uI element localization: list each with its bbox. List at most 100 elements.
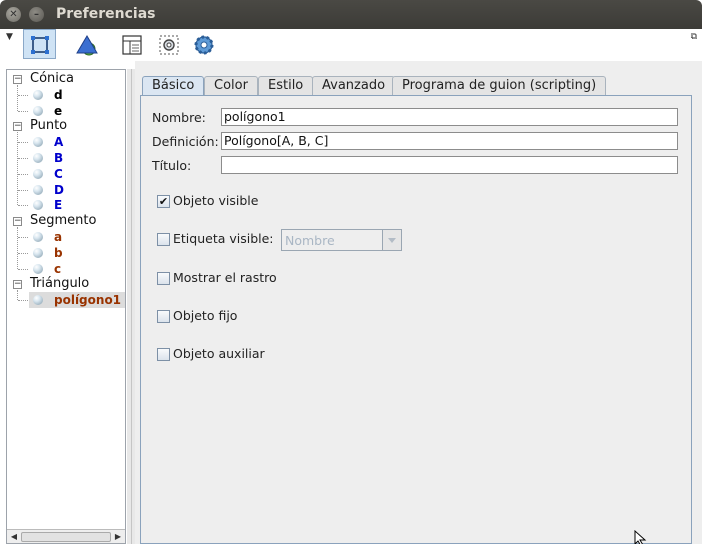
tree-connector [18, 205, 28, 207]
scroll-right-arrow-icon[interactable]: ▶ [112, 531, 124, 543]
tree-connector [18, 300, 28, 302]
tree-horizontal-scrollbar[interactable]: ◀ ▶ [7, 529, 125, 543]
mouse-cursor-icon [634, 530, 647, 544]
minimize-window-button[interactable]: – [29, 7, 44, 22]
tree-connector [18, 142, 28, 144]
tree-connector [18, 252, 28, 254]
tree-connector [17, 132, 18, 206]
tree-item[interactable]: A [7, 134, 125, 150]
show-label-checkbox[interactable] [157, 233, 170, 246]
tab-basic[interactable]: Básico [142, 76, 205, 97]
tree-item-label: A [54, 135, 64, 150]
tree-item-label: e [54, 103, 63, 118]
scroll-left-arrow-icon[interactable]: ◀ [8, 531, 20, 543]
tree-connector [18, 173, 28, 175]
collapse-toggle-icon[interactable]: − [13, 122, 22, 132]
tree-connector [17, 227, 18, 269]
tree-connector [17, 85, 18, 111]
collapse-toggle-icon[interactable]: − [13, 75, 22, 84]
visibility-ball-icon[interactable] [33, 105, 43, 116]
visibility-ball-icon[interactable] [33, 232, 43, 242]
gear-icon [194, 35, 214, 55]
tree-item[interactable]: e [7, 103, 125, 119]
fix-object-checkbox[interactable] [157, 310, 170, 323]
collapse-toggle-icon[interactable]: − [13, 280, 22, 290]
tree-item-label: b [54, 245, 63, 260]
tree-item[interactable]: B [7, 150, 125, 166]
label-mode-value: Nombre [285, 233, 335, 248]
caption-field[interactable] [221, 156, 678, 174]
tree-item-label: c [54, 261, 62, 276]
tree-item[interactable]: a [7, 229, 125, 245]
definition-label: Definición: [152, 134, 219, 149]
tree-group-label: Triángulo [30, 276, 90, 292]
show-object-checkbox[interactable]: ✔ [157, 195, 170, 208]
collapse-toggle-icon[interactable]: − [13, 217, 22, 227]
caption-label: Título: [152, 158, 192, 173]
definition-field[interactable]: Polígono[A, B, C] [221, 132, 678, 150]
object-tree[interactable]: ◀ ▶ − Cónica d e − Punto A B C D E − Segmento a b c − Tri… [6, 69, 126, 544]
title-bar: ✕ – Preferencias [0, 0, 702, 29]
tab-color[interactable]: Color [204, 76, 258, 96]
visibility-ball-icon[interactable] [33, 247, 43, 258]
visibility-ball-icon[interactable] [33, 89, 43, 100]
label-mode-select[interactable]: Nombre [281, 229, 402, 251]
object-properties-tool-button[interactable] [23, 29, 56, 59]
tree-item[interactable]: polígono1 [7, 292, 125, 309]
toolbar: ▼ ⧉ [0, 29, 702, 61]
auxiliary-object-checkbox[interactable] [157, 348, 170, 361]
tree-item-label: E [54, 198, 63, 213]
show-trace-checkbox[interactable] [157, 272, 170, 285]
polygon-select-icon [31, 36, 49, 54]
chevron-down-icon[interactable] [382, 230, 401, 250]
grid-gear-icon [159, 35, 179, 55]
tab-advanced[interactable]: Avanzado [312, 76, 396, 96]
show-trace-label: Mostrar el rastro [173, 270, 277, 285]
show-label-label: Etiqueta visible: [173, 231, 274, 246]
visibility-ball-icon[interactable] [33, 184, 43, 195]
scroll-thumb[interactable] [21, 532, 111, 542]
visibility-ball-icon[interactable] [33, 263, 43, 274]
visibility-ball-icon[interactable] [33, 153, 43, 163]
fix-object-label: Objeto fijo [173, 308, 238, 323]
layout-icon [122, 35, 142, 55]
tree-connector [18, 158, 28, 159]
layout-tool-button[interactable] [115, 29, 148, 59]
tab-style[interactable]: Estilo [258, 76, 314, 96]
tree-item-label: D [54, 182, 64, 197]
tree-item[interactable]: D [7, 182, 125, 198]
triangle-circle-icon [76, 35, 98, 56]
graphics-view-tool-button[interactable] [69, 29, 102, 59]
tree-item[interactable]: E [7, 197, 125, 213]
name-label: Nombre: [152, 110, 206, 125]
toolbar-menu-arrow-icon[interactable]: ▼ [6, 32, 13, 42]
tree-item-label: C [54, 166, 63, 181]
tree-item-label: a [54, 230, 63, 244]
tree-connector [18, 94, 28, 96]
tree-connector [18, 189, 28, 191]
visibility-ball-icon[interactable] [33, 168, 43, 179]
tree-connector [18, 268, 28, 270]
tree-group-label: Punto [30, 118, 68, 134]
tree-connector [17, 290, 18, 301]
tree-connector [18, 237, 28, 238]
visibility-ball-icon[interactable] [33, 137, 43, 148]
tree-item[interactable]: b [7, 245, 125, 261]
tree-connector [18, 110, 28, 112]
advanced-settings-tool-button[interactable] [187, 29, 220, 59]
show-object-label: Objeto visible [173, 193, 259, 208]
splitter-line [131, 69, 132, 544]
window-title: Preferencias [56, 6, 156, 22]
undock-icon[interactable]: ⧉ [691, 32, 697, 42]
visibility-ball-icon[interactable] [33, 200, 43, 211]
tree-item[interactable]: d [7, 87, 125, 103]
defaults-tool-button[interactable] [152, 29, 185, 59]
tree-group-label: Segmento [30, 213, 97, 229]
name-field[interactable]: polígono1 [221, 108, 678, 126]
tree-item[interactable]: C [7, 166, 125, 182]
tree-item-label: polígono1 [54, 293, 122, 308]
tab-scripting[interactable]: Programa de guion (scripting) [392, 76, 607, 96]
tree-group-label: Cónica [30, 71, 74, 86]
tree-item[interactable]: c [7, 261, 125, 277]
close-window-button[interactable]: ✕ [6, 7, 21, 22]
